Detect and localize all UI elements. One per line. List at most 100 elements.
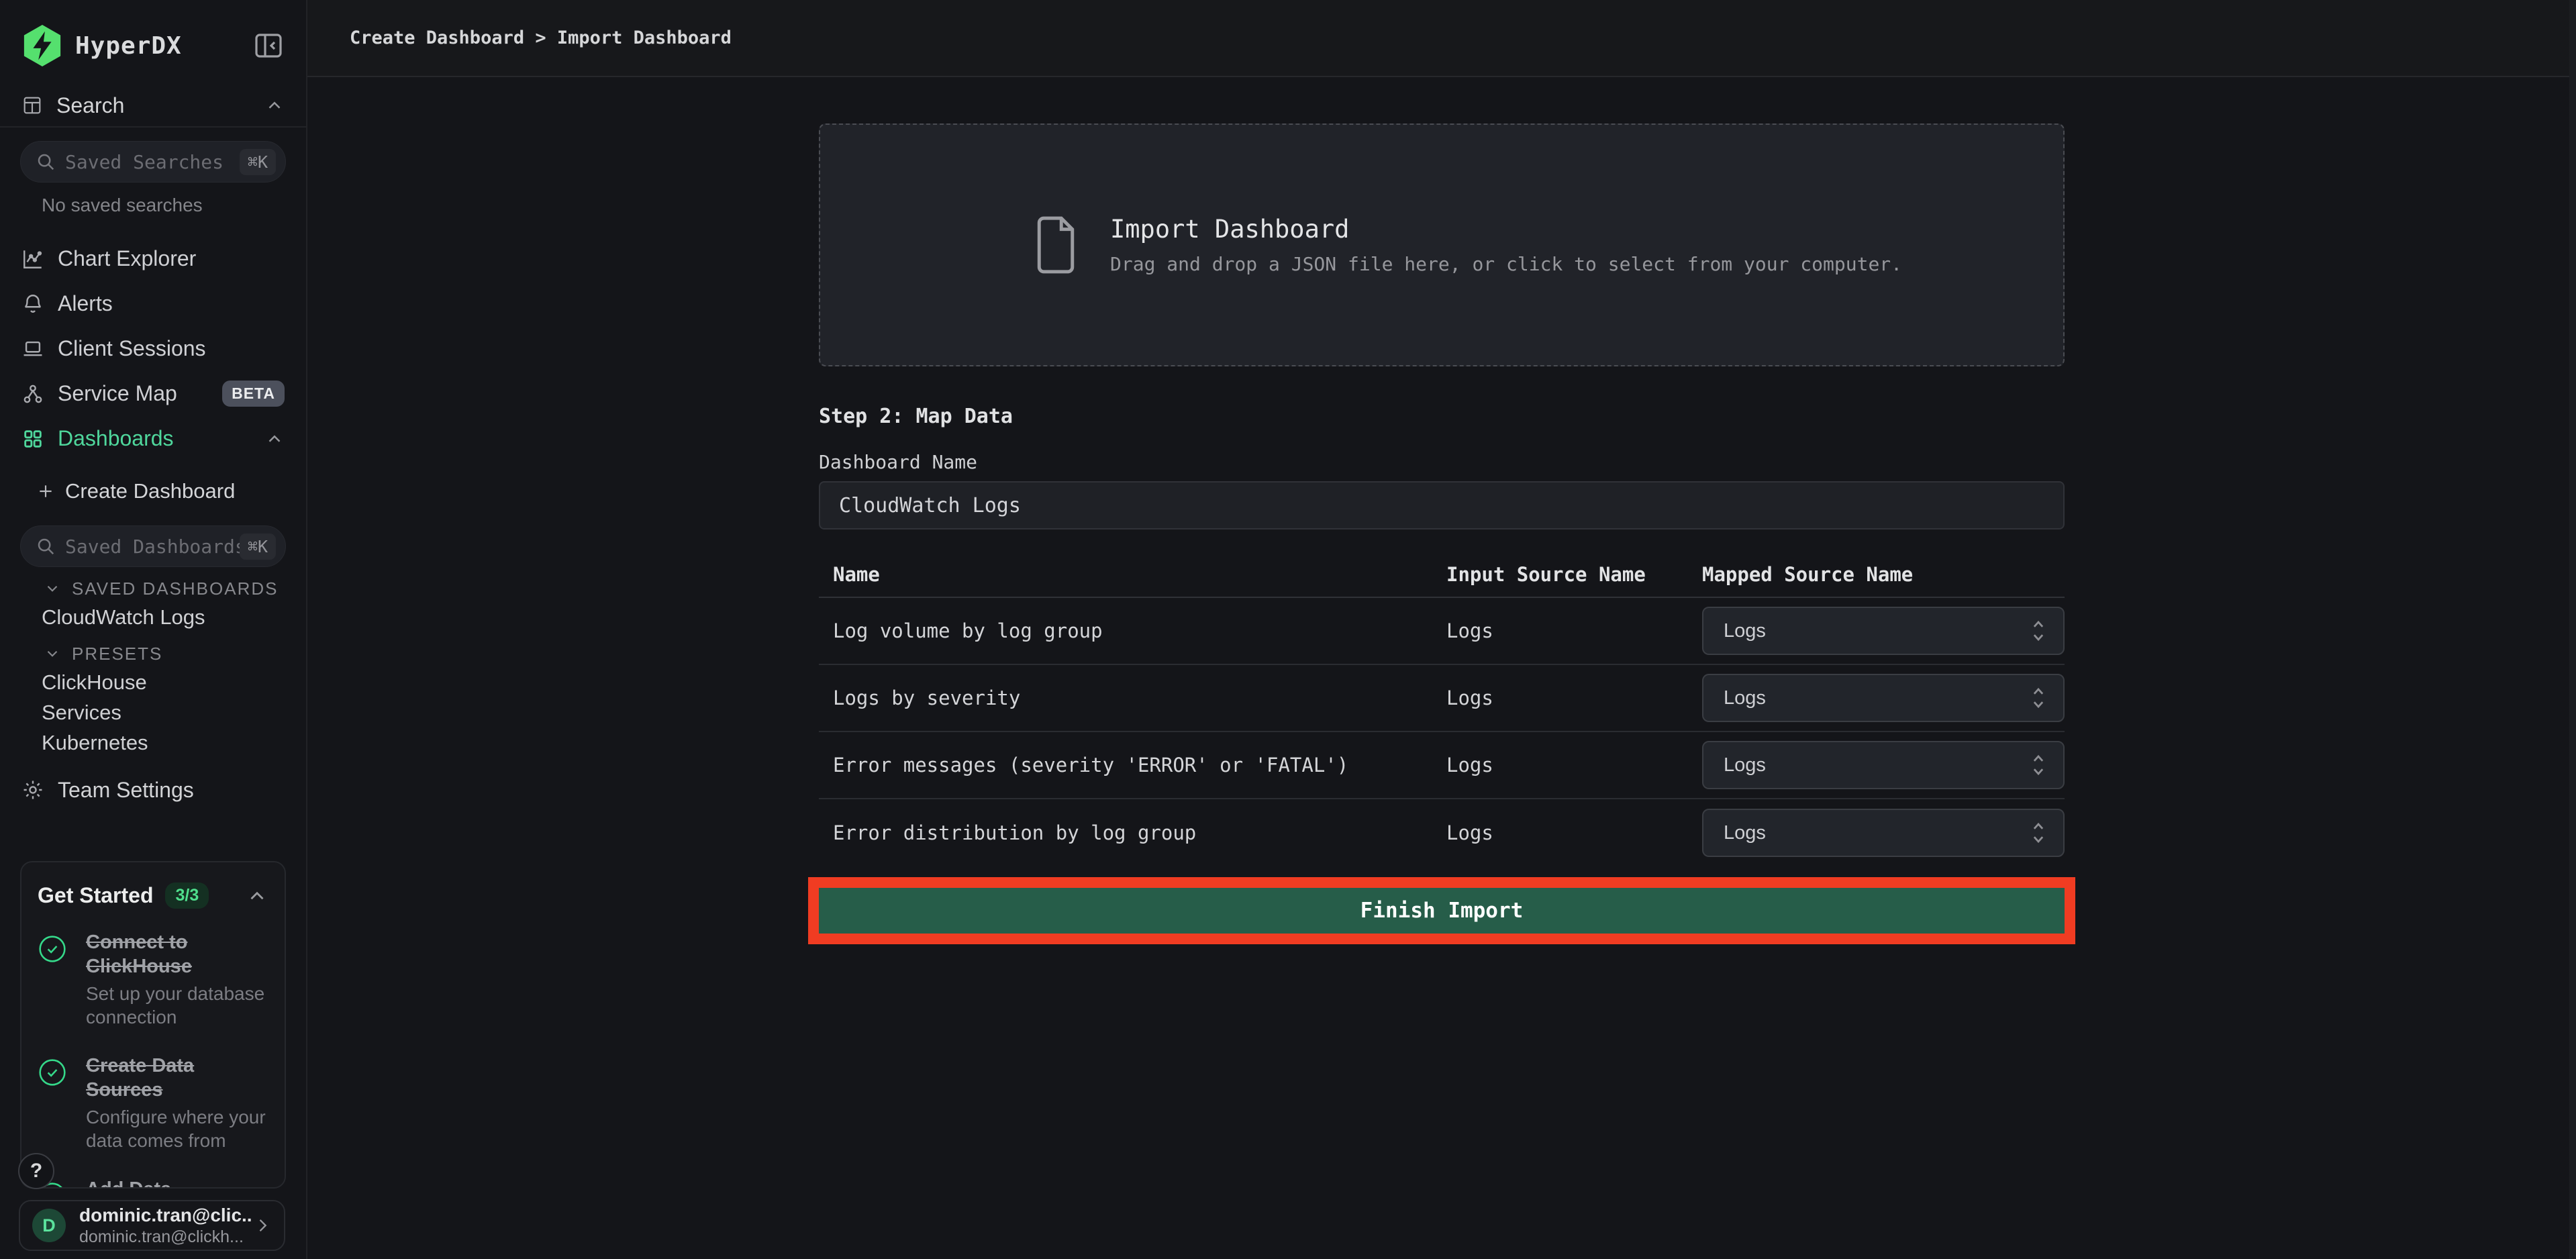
chevron-right-icon	[253, 1216, 272, 1235]
laptop-icon	[21, 338, 44, 360]
service-map-icon	[21, 383, 44, 405]
dropzone-title: Import Dashboard	[1110, 215, 1902, 244]
column-header-input-source: Input Source Name	[1446, 530, 1702, 597]
sidebar: HyperDX Search ⌘K No saved searches	[0, 0, 307, 1259]
checklist-item-title: Connect to ClickHouse	[86, 930, 268, 979]
input-source-cell: Logs	[1446, 619, 1702, 642]
dashboard-name-input[interactable]	[819, 481, 2065, 530]
sidebar-item-service-map[interactable]: Service Map BETA	[0, 371, 306, 416]
input-source-cell: Logs	[1446, 754, 1702, 776]
plus-icon	[37, 483, 54, 500]
saved-dashboards-group-toggle[interactable]: SAVED DASHBOARDS	[0, 575, 306, 602]
step-title: Step 2: Map Data	[819, 405, 2065, 428]
checklist-item-create-data-sources[interactable]: Create Data Sources Configure where your…	[38, 1054, 268, 1153]
preset-item-clickhouse[interactable]: ClickHouse	[0, 667, 306, 697]
table-row: Error messages (severity 'ERROR' or 'FAT…	[819, 732, 2065, 799]
sidebar-item-search[interactable]: Search	[0, 85, 306, 128]
gear-icon	[21, 778, 44, 801]
input-source-cell: Logs	[1446, 687, 1702, 709]
source-mapping-table: Name Input Source Name Mapped Source Nam…	[819, 530, 2065, 866]
main-column: Create Dashboard > Import Dashboard Impo…	[307, 0, 2576, 1259]
search-section-icon	[21, 95, 43, 116]
chart-name-cell: Error distribution by log group	[819, 821, 1446, 844]
check-circle-icon	[38, 1058, 67, 1087]
chevron-down-icon	[44, 645, 61, 662]
logo-row: HyperDX	[0, 0, 306, 67]
table-row: Log volume by log group Logs Logs	[819, 598, 2065, 665]
get-started-header[interactable]: Get Started 3/3	[21, 862, 285, 915]
table-header-row: Name Input Source Name Mapped Source Nam…	[819, 530, 2065, 598]
presets-group-toggle[interactable]: PRESETS	[0, 640, 306, 667]
get-started-panel: Get Started 3/3 Connect to ClickHouse Se…	[20, 861, 286, 1189]
chevron-up-icon[interactable]	[264, 95, 285, 115]
import-dropzone[interactable]: Import Dashboard Drag and drop a JSON fi…	[819, 123, 2065, 366]
shortcut-badge: ⌘K	[240, 534, 276, 560]
team-settings-label: Team Settings	[58, 778, 194, 803]
checklist-item-desc: Set up your database connection	[86, 982, 268, 1030]
sidebar-collapse-icon[interactable]	[252, 30, 285, 62]
no-saved-searches-note: No saved searches	[42, 195, 306, 216]
nav-label: Client Sessions	[58, 336, 206, 361]
sidebar-item-alerts[interactable]: Alerts	[0, 281, 306, 326]
scrollbar-track[interactable]	[2569, 0, 2576, 1259]
finish-import-button[interactable]: Finish Import	[819, 888, 2065, 934]
selected-source: Logs	[1724, 822, 2030, 844]
sidebar-item-dashboards[interactable]: Dashboards	[0, 416, 306, 461]
chart-name-cell: Logs by severity	[819, 687, 1446, 709]
selected-source: Logs	[1724, 620, 2030, 642]
sidebar-item-chart-explorer[interactable]: Chart Explorer	[0, 236, 306, 281]
sidebar-item-team-settings[interactable]: Team Settings	[0, 768, 306, 811]
dashboard-list-item-cloudwatch-logs[interactable]: CloudWatch Logs	[0, 602, 306, 632]
chevron-down-icon	[44, 580, 61, 597]
chevron-up-icon[interactable]	[246, 885, 268, 907]
nav-label: Chart Explorer	[58, 246, 196, 271]
chart-name-cell: Log volume by log group	[819, 619, 1446, 642]
group-title: SAVED DASHBOARDS	[72, 578, 278, 599]
nav-label: Alerts	[58, 291, 113, 316]
sidebar-item-client-sessions[interactable]: Client Sessions	[0, 326, 306, 371]
user-account-card[interactable]: D dominic.tran@clic... dominic.tran@clic…	[19, 1200, 285, 1251]
get-started-checklist: Connect to ClickHouse Set up your databa…	[21, 915, 285, 1189]
check-circle-icon	[38, 934, 67, 964]
get-started-progress-badge: 3/3	[165, 883, 209, 909]
saved-dashboards-box[interactable]: ⌘K	[20, 525, 286, 567]
search-icon	[36, 536, 56, 556]
dropzone-subtitle: Drag and drop a JSON file here, or click…	[1110, 253, 1902, 275]
select-chevrons-icon	[2030, 685, 2047, 711]
mapped-source-select[interactable]: Logs	[1702, 607, 2065, 655]
select-chevrons-icon	[2030, 752, 2047, 778]
help-button[interactable]: ?	[18, 1153, 54, 1189]
checklist-item-add-data[interactable]: Add Data Start sending logs, metrics, or…	[38, 1177, 268, 1189]
chevron-up-icon[interactable]	[264, 429, 285, 449]
selected-source: Logs	[1724, 687, 2030, 709]
mapped-source-select[interactable]: Logs	[1702, 674, 2065, 722]
saved-searches-box[interactable]: ⌘K	[20, 141, 286, 183]
avatar: D	[32, 1209, 66, 1242]
search-section-label: Search	[56, 93, 264, 118]
create-dashboard-button[interactable]: Create Dashboard	[0, 470, 306, 512]
app-title: HyperDX	[75, 32, 252, 60]
search-icon	[36, 152, 56, 172]
saved-searches-input[interactable]	[65, 151, 240, 173]
preset-item-kubernetes[interactable]: Kubernetes	[0, 727, 306, 758]
checklist-item-title: Create Data Sources	[86, 1054, 268, 1103]
hyperdx-logo-icon	[21, 23, 63, 68]
selected-source: Logs	[1724, 754, 2030, 776]
breadcrumb: Create Dashboard > Import Dashboard	[350, 28, 732, 48]
bell-icon	[21, 293, 44, 315]
saved-dashboards-input[interactable]	[65, 536, 240, 558]
column-header-mapped-source: Mapped Source Name	[1702, 530, 2065, 597]
preset-item-services[interactable]: Services	[0, 697, 306, 727]
column-header-name: Name	[819, 530, 1446, 597]
dashboard-name-label: Dashboard Name	[819, 451, 2065, 473]
user-name: dominic.tran@clic...	[79, 1205, 253, 1226]
annotation-highlight-box: Finish Import	[808, 877, 2075, 944]
checklist-item-connect-clickhouse[interactable]: Connect to ClickHouse Set up your databa…	[38, 930, 268, 1029]
checklist-item-desc: Configure where your data comes from	[86, 1105, 268, 1154]
table-row: Logs by severity Logs Logs	[819, 665, 2065, 732]
group-title: PRESETS	[72, 644, 162, 664]
select-chevrons-icon	[2030, 617, 2047, 644]
mapped-source-select[interactable]: Logs	[1702, 809, 2065, 857]
checklist-item-title: Add Data	[86, 1177, 268, 1189]
mapped-source-select[interactable]: Logs	[1702, 741, 2065, 789]
